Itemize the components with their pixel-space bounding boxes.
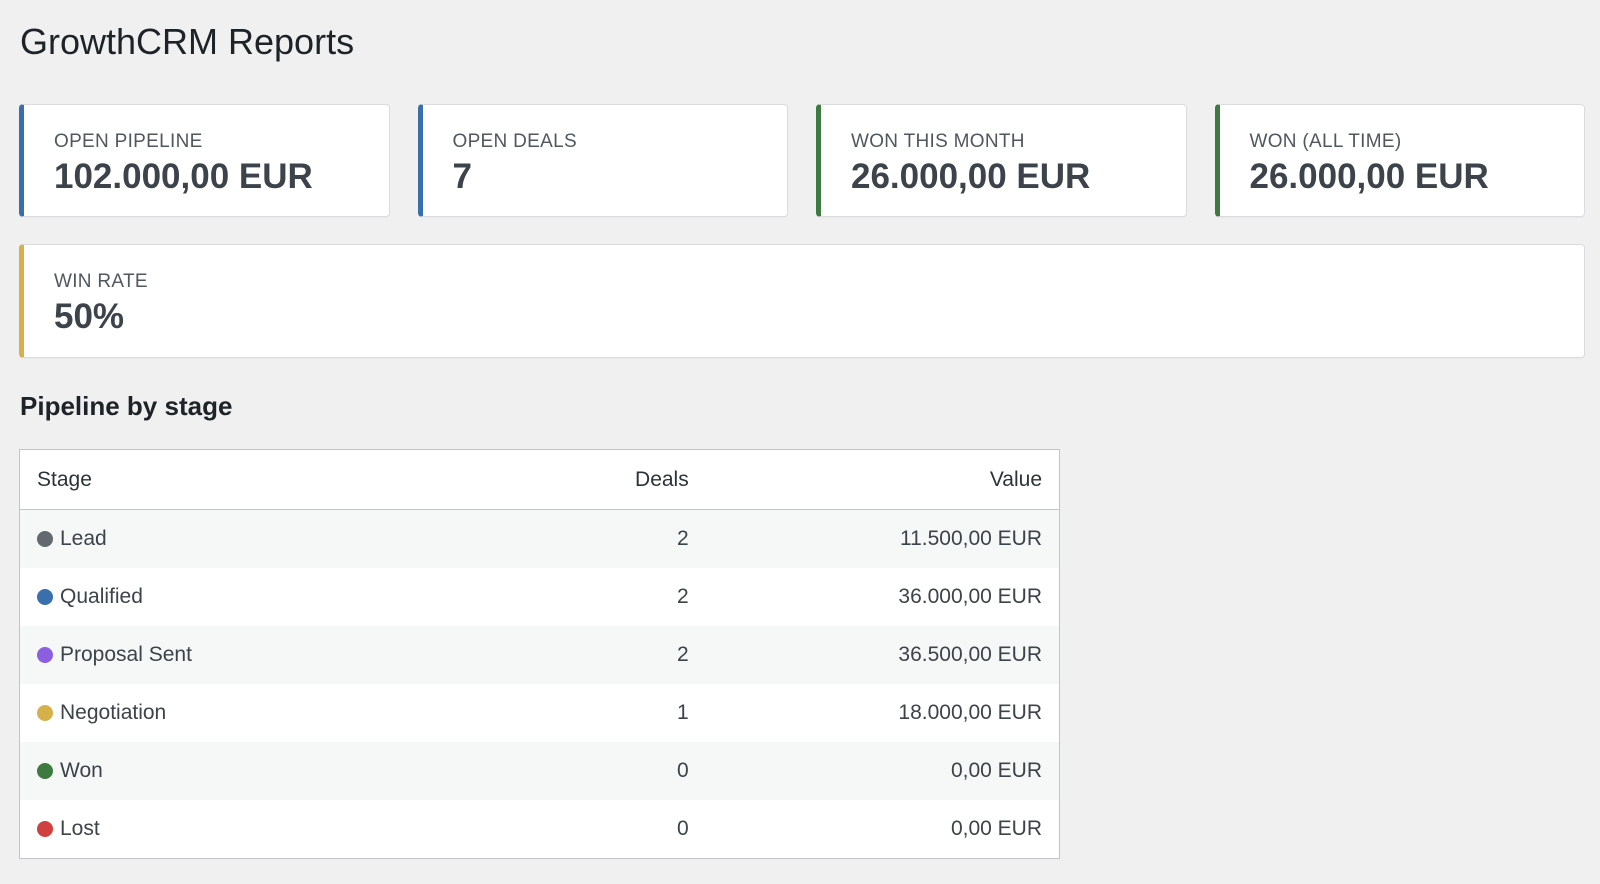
stage-dot-icon <box>37 705 53 721</box>
value-cell: 18.000,00 EUR <box>898 701 1042 724</box>
deals-cell: 1 <box>677 701 689 724</box>
value-cell: 36.500,00 EUR <box>898 643 1042 666</box>
stat-card-won-all-time: WON (ALL TIME) 26.000,00 EUR <box>1214 104 1585 217</box>
stat-card-label: WIN RATE <box>54 271 148 292</box>
stat-card-label: OPEN PIPELINE <box>54 131 203 152</box>
stage-dot-icon <box>37 589 53 605</box>
deals-cell: 0 <box>677 759 689 782</box>
pipeline-table: Stage Deals Value Lead 2 11.500,00 EUR Q… <box>19 449 1060 859</box>
stat-card-open-pipeline: OPEN PIPELINE 102.000,00 EUR <box>19 104 390 217</box>
deals-cell: 2 <box>677 585 689 608</box>
column-header-value: Value <box>705 450 1059 510</box>
stage-name: Lead <box>60 527 107 550</box>
column-header-deals: Deals <box>497 450 706 510</box>
value-cell: 0,00 EUR <box>950 759 1042 782</box>
table-row: Proposal Sent 2 36.500,00 EUR <box>20 626 1059 684</box>
stat-card-open-deals: OPEN DEALS 7 <box>417 104 788 217</box>
reports-page: GrowthCRM Reports OPEN PIPELINE 102.000,… <box>0 0 1600 884</box>
stage-cell: Lost <box>20 800 498 858</box>
table-row: Qualified 2 36.000,00 EUR <box>20 568 1059 626</box>
stage-cell: Negotiation <box>20 684 498 742</box>
stat-card-value: 50% <box>54 297 125 336</box>
stage-dot-icon <box>37 763 53 779</box>
table-header-row: Stage Deals Value <box>20 450 1059 510</box>
stat-card-value: 26.000,00 EUR <box>851 157 1091 196</box>
stage-dot-icon <box>37 531 53 547</box>
stage-cell: Lead <box>20 510 498 569</box>
value-cell: 0,00 EUR <box>950 817 1042 840</box>
stat-card-label: OPEN DEALS <box>452 131 577 152</box>
deals-cell: 2 <box>677 527 689 550</box>
stage-name: Qualified <box>60 585 143 608</box>
stage-cell: Proposal Sent <box>20 626 498 684</box>
stat-cards: OPEN PIPELINE 102.000,00 EUR OPEN DEALS … <box>19 104 1585 217</box>
column-header-stage: Stage <box>20 450 498 510</box>
deals-cell: 2 <box>677 643 689 666</box>
stage-name: Lost <box>60 817 100 840</box>
stat-card-label: WON THIS MONTH <box>851 131 1025 152</box>
stage-cell: Qualified <box>20 568 498 626</box>
table-row: Negotiation 1 18.000,00 EUR <box>20 684 1059 742</box>
stat-card-value: 102.000,00 EUR <box>54 157 313 196</box>
stage-dot-icon <box>37 647 53 663</box>
page-title: GrowthCRM Reports <box>20 21 355 62</box>
table-row: Lost 0 0,00 EUR <box>20 800 1059 858</box>
stat-card-win-rate: WIN RATE 50% <box>19 244 1585 358</box>
stage-dot-icon <box>37 821 53 837</box>
table-row: Lead 2 11.500,00 EUR <box>20 509 1059 569</box>
section-title-pipeline: Pipeline by stage <box>20 391 233 421</box>
table-row: Won 0 0,00 EUR <box>20 742 1059 800</box>
stat-card-value: 7 <box>452 157 472 196</box>
stage-cell: Won <box>20 742 498 800</box>
stage-name: Proposal Sent <box>60 643 192 666</box>
deals-cell: 0 <box>677 817 689 840</box>
stage-name: Won <box>60 759 103 782</box>
value-cell: 11.500,00 EUR <box>899 527 1042 550</box>
stat-card-label: WON (ALL TIME) <box>1249 131 1402 152</box>
stat-card-won-this-month: WON THIS MONTH 26.000,00 EUR <box>816 104 1187 217</box>
stage-name: Negotiation <box>60 701 167 724</box>
stat-card-value: 26.000,00 EUR <box>1249 157 1489 196</box>
value-cell: 36.000,00 EUR <box>898 585 1042 608</box>
